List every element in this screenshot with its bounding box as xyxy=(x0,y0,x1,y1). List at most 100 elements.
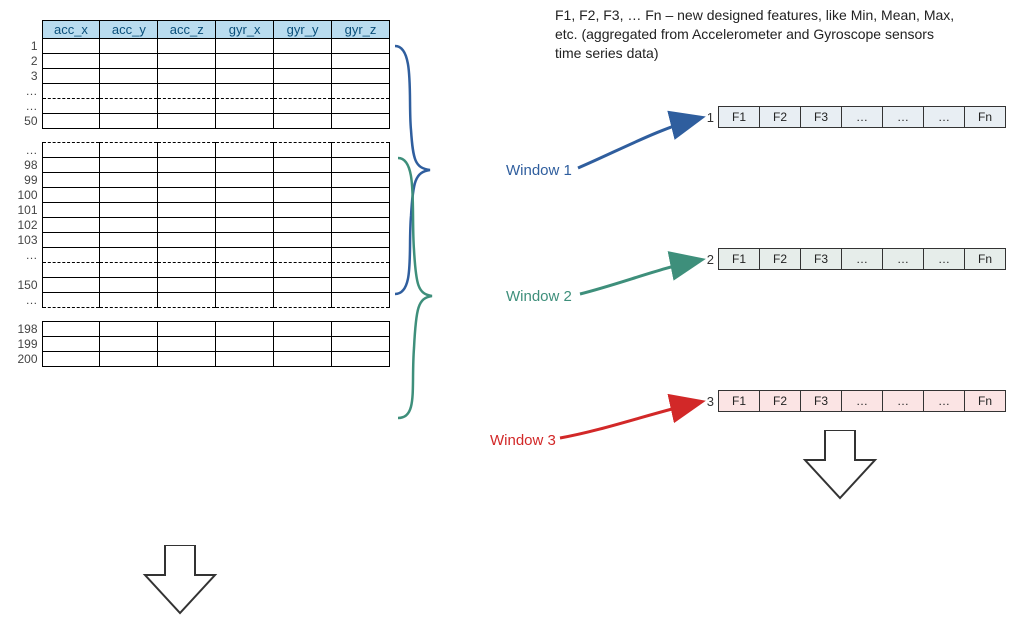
raw-cell xyxy=(216,278,274,293)
raw-cell xyxy=(332,293,390,308)
raw-cell xyxy=(332,173,390,188)
raw-cell xyxy=(274,99,332,114)
feature-row-1: 1 F1F2F3………Fn xyxy=(698,106,1006,128)
raw-cell xyxy=(100,114,158,129)
feature-cell: … xyxy=(883,107,924,128)
raw-cell xyxy=(158,263,216,278)
row-index: 103 xyxy=(10,233,42,248)
raw-header-row: acc_x acc_y acc_z gyr_x gyr_y gyr_z xyxy=(10,21,390,39)
feature-cell: F1 xyxy=(719,107,760,128)
raw-cell xyxy=(42,114,100,129)
feature-cell: F1 xyxy=(719,249,760,270)
raw-cell xyxy=(332,263,390,278)
raw-cell xyxy=(216,322,274,337)
feature-cell: … xyxy=(842,107,883,128)
table-row: 199 xyxy=(10,337,390,352)
feature-row-2: 2 F1F2F3………Fn xyxy=(698,248,1006,270)
col-gyr-z: gyr_z xyxy=(332,21,390,39)
raw-cell xyxy=(216,99,274,114)
arrow-window-3 xyxy=(560,402,700,438)
feature-cell: F2 xyxy=(760,249,801,270)
raw-data-table: acc_x acc_y acc_z gyr_x gyr_y gyr_z 123…… xyxy=(10,20,390,367)
raw-cell xyxy=(42,322,100,337)
table-row xyxy=(10,263,390,278)
raw-cell xyxy=(216,143,274,158)
raw-cell xyxy=(216,248,274,263)
raw-cell xyxy=(216,158,274,173)
row-index: 98 xyxy=(10,158,42,173)
raw-cell xyxy=(216,173,274,188)
raw-cell xyxy=(332,69,390,84)
table-row xyxy=(10,308,390,322)
table-row xyxy=(10,129,390,143)
raw-cell xyxy=(100,188,158,203)
raw-cell xyxy=(42,69,100,84)
raw-cell xyxy=(42,173,100,188)
raw-cell xyxy=(100,278,158,293)
table-row: 102 xyxy=(10,218,390,233)
raw-cell xyxy=(100,218,158,233)
raw-cell xyxy=(274,233,332,248)
raw-cell xyxy=(274,173,332,188)
raw-cell xyxy=(332,322,390,337)
raw-cell xyxy=(216,293,274,308)
table-row: … xyxy=(10,248,390,263)
raw-cell xyxy=(332,352,390,367)
raw-cell xyxy=(216,218,274,233)
row-index: … xyxy=(10,143,42,158)
raw-cell xyxy=(158,218,216,233)
raw-cell xyxy=(216,39,274,54)
row-index: 102 xyxy=(10,218,42,233)
feature-cell: Fn xyxy=(965,107,1006,128)
feature-cell: … xyxy=(924,391,965,412)
table-row: 99 xyxy=(10,173,390,188)
row-index xyxy=(10,129,42,143)
raw-cell xyxy=(158,69,216,84)
raw-cell xyxy=(158,203,216,218)
raw-cell xyxy=(332,143,390,158)
raw-cell xyxy=(100,54,158,69)
raw-cell xyxy=(158,233,216,248)
window-3-label: Window 3 xyxy=(490,432,556,449)
col-gyr-x: gyr_x xyxy=(216,21,274,39)
raw-cell xyxy=(158,337,216,352)
raw-cell xyxy=(100,337,158,352)
raw-cell xyxy=(42,352,100,367)
row-index: … xyxy=(10,293,42,308)
raw-cell xyxy=(216,233,274,248)
raw-cell xyxy=(42,158,100,173)
raw-cell xyxy=(42,188,100,203)
raw-cell xyxy=(274,114,332,129)
raw-cell xyxy=(332,218,390,233)
table-row: … xyxy=(10,293,390,308)
row-index: 150 xyxy=(10,278,42,293)
feature-cell: Fn xyxy=(965,391,1006,412)
raw-cell xyxy=(216,188,274,203)
raw-cell xyxy=(332,158,390,173)
raw-cell xyxy=(158,322,216,337)
row-index xyxy=(10,263,42,278)
row-index: 200 xyxy=(10,352,42,367)
table-row: 100 xyxy=(10,188,390,203)
raw-cell xyxy=(158,173,216,188)
raw-cell xyxy=(100,69,158,84)
raw-cell xyxy=(274,263,332,278)
raw-cell xyxy=(216,337,274,352)
row-index xyxy=(10,308,42,322)
raw-cell xyxy=(274,322,332,337)
raw-cell xyxy=(100,99,158,114)
raw-cell xyxy=(332,39,390,54)
raw-cell xyxy=(158,158,216,173)
brace-window-2 xyxy=(398,158,432,418)
feature-cell: … xyxy=(883,391,924,412)
row-index: … xyxy=(10,84,42,99)
feature-cell: F3 xyxy=(801,107,842,128)
raw-cell xyxy=(158,114,216,129)
table-row: 2 xyxy=(10,54,390,69)
raw-cell xyxy=(332,99,390,114)
raw-cell xyxy=(274,188,332,203)
raw-cell xyxy=(274,218,332,233)
raw-cell xyxy=(42,233,100,248)
raw-cell xyxy=(42,84,100,99)
row-index: 101 xyxy=(10,203,42,218)
